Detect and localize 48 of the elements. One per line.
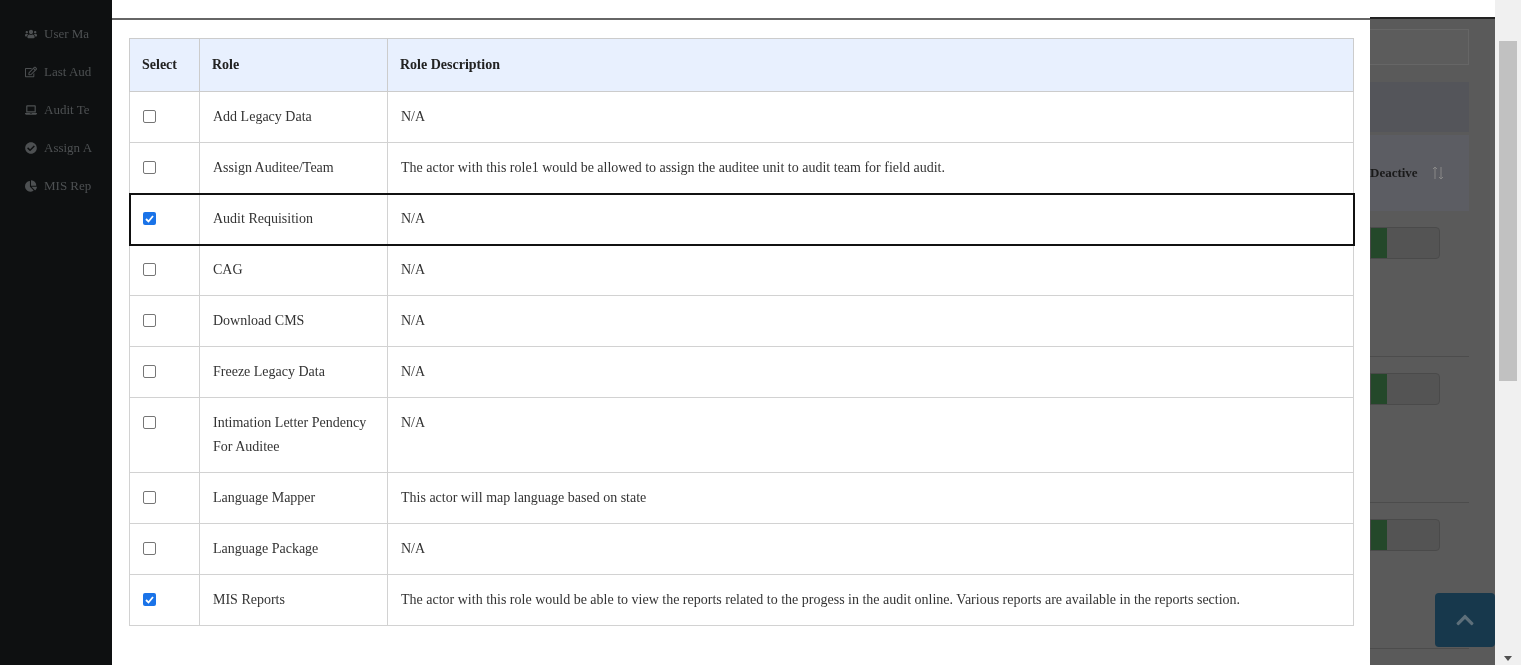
sidebar-item[interactable]: Audit Te (44, 102, 90, 118)
checkbox[interactable] (143, 365, 156, 378)
column-header: Select (129, 38, 200, 92)
pie-chart-icon (25, 180, 37, 192)
role-name: Freeze Legacy Data (213, 363, 326, 381)
role-description: The actor with this role would be able to view the reports related to the progess in the audit online. Various reports are available in the reports section. (401, 591, 1242, 609)
role-name: Audit Requisition (213, 210, 314, 228)
role-description: The actor with this role1 would be allowed to assign the auditee unit to audit team for field audit. (401, 159, 946, 177)
column-header: Role (199, 38, 388, 92)
role-description: N/A (401, 363, 427, 381)
sidebar-item[interactable]: MIS Rep (44, 178, 92, 194)
scrollbar[interactable] (1495, 0, 1521, 665)
role-name: Assign Auditee/Team (213, 159, 335, 177)
toggle-switch[interactable] (1370, 227, 1440, 259)
checkbox[interactable] (143, 542, 156, 555)
laptop-icon (25, 104, 37, 116)
users-icon (25, 28, 37, 40)
role-name: Language Package (213, 540, 320, 558)
checkbox[interactable] (143, 593, 156, 606)
sidebar-item[interactable]: User Ma (44, 26, 90, 42)
role-name: Intimation Letter Pendency For Auditee (213, 414, 368, 456)
column-header: Role Description (387, 38, 1354, 92)
role-name: Download CMS (213, 312, 306, 330)
checkbox[interactable] (143, 491, 156, 504)
checkbox[interactable] (143, 110, 156, 123)
checkbox[interactable] (143, 314, 156, 327)
role-description: N/A (401, 540, 427, 558)
checkbox[interactable] (143, 416, 156, 429)
role-name: CAG (213, 261, 244, 279)
checkbox[interactable] (143, 161, 156, 174)
sidebar-item[interactable]: Assign A (44, 140, 93, 156)
checkbox[interactable] (143, 212, 156, 225)
role-description: N/A (401, 108, 427, 126)
role-name: MIS Reports (213, 591, 286, 609)
role-description: N/A (401, 414, 427, 432)
role-name: Add Legacy Data (213, 108, 313, 126)
toggle-switch[interactable] (1370, 373, 1440, 405)
edit-icon (25, 66, 37, 78)
role-description: N/A (401, 312, 427, 330)
checkbox[interactable] (143, 263, 156, 276)
role-description: N/A (401, 210, 427, 228)
search-field[interactable] (1370, 29, 1469, 65)
toggle-switch[interactable] (1370, 519, 1440, 551)
role-name: Language Mapper (213, 489, 317, 507)
column-header: Deactive (1370, 165, 1418, 181)
role-description: N/A (401, 261, 427, 279)
role-description: This actor will map language based on state (401, 489, 648, 507)
sidebar-item[interactable]: Last Aud (44, 64, 92, 80)
